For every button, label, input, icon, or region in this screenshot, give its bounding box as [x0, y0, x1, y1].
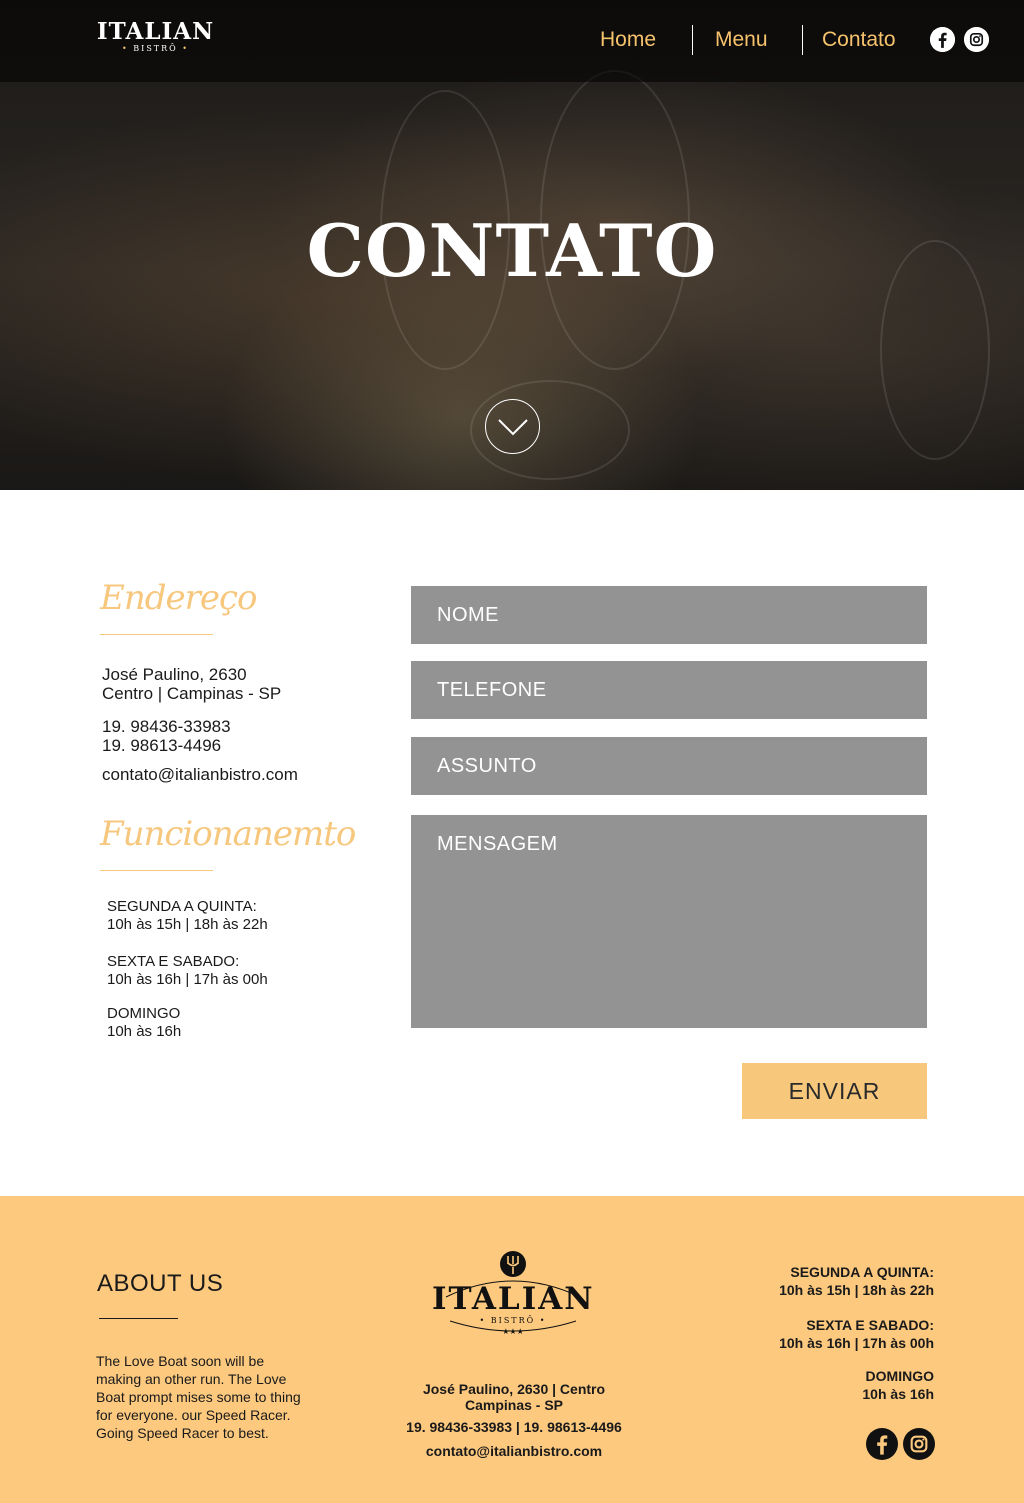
footer-hours-time: 10h às 16h: [862, 1386, 934, 1402]
hours-days: SEXTA E SABADO:: [107, 953, 240, 970]
hours-time: 10h às 16h: [107, 1023, 182, 1040]
nav-home-label[interactable]: Home: [600, 28, 656, 52]
footer-logo-word: ITALIAN: [432, 1281, 595, 1317]
nav-link-home[interactable]: Home: [600, 24, 656, 56]
hero-banner: ITALIAN • BISTRÔ • Home Menu Contato CON…: [0, 0, 1024, 490]
footer-hours-days: SEGUNDA A QUINTA:: [790, 1264, 934, 1280]
logo-subtitle: • BISTRÔ •: [122, 44, 189, 53]
footer-logo-sub: • BISTRÔ •: [479, 1316, 547, 1325]
footer-address-line-1: José Paulino, 2630 | Centro: [422, 1381, 606, 1397]
address-line-2: Centro | Campinas - SP: [102, 684, 282, 703]
about-heading: ABOUT US: [97, 1270, 224, 1297]
footer-address-line-2: Campinas - SP: [464, 1397, 564, 1413]
nav-contato-label[interactable]: Contato: [822, 28, 896, 52]
footer-hours-time: 10h às 15h | 18h às 22h: [779, 1282, 934, 1298]
footer-hours-days: SEXTA E SABADO:: [806, 1317, 934, 1333]
about-text: The Love Boat soon will be making an oth…: [96, 1353, 301, 1441]
send-button[interactable]: ENVIAR: [742, 1063, 927, 1119]
name-input[interactable]: NOME: [411, 586, 927, 644]
chevron-down-icon: [497, 418, 528, 435]
hours-heading: Funcionanemto: [100, 814, 356, 854]
facebook-icon[interactable]: [930, 27, 955, 52]
hours-item: DOMINGO 10h às 16h: [107, 1005, 181, 1041]
address-block: José Paulino, 2630 Centro | Campinas - S…: [102, 665, 281, 703]
footer-hours-item: SEXTA E SABADO: 10h às 16h | 17h às 00h: [779, 1316, 934, 1352]
scroll-down-button[interactable]: [485, 399, 540, 454]
address-heading-underline: [100, 634, 213, 635]
footer-hours-item: DOMINGO 10h às 16h: [862, 1367, 934, 1403]
email-link[interactable]: contato@italianbistro.com: [102, 765, 298, 784]
instagram-icon[interactable]: [903, 1428, 935, 1460]
page-title: CONTATO: [306, 208, 718, 293]
nav-link-contato[interactable]: Contato: [822, 24, 896, 56]
hours-time: 10h às 16h | 17h às 00h: [107, 971, 268, 988]
footer-hours-days: DOMINGO: [865, 1368, 934, 1384]
footer-logo-stars: ★★★: [502, 1327, 524, 1336]
facebook-icon[interactable]: [866, 1428, 898, 1460]
footer-hours-item: SEGUNDA A QUINTA: 10h às 15h | 18h às 22…: [779, 1263, 934, 1299]
subject-input[interactable]: ASSUNTO: [411, 737, 927, 795]
top-navigation-bar: ITALIAN • BISTRÔ • Home Menu Contato: [0, 0, 1024, 82]
nav-link-menu[interactable]: Menu: [715, 24, 768, 56]
site-logo[interactable]: ITALIAN • BISTRÔ •: [93, 20, 218, 54]
footer-email[interactable]: contato@italianbistro.com: [380, 1443, 648, 1459]
message-textarea[interactable]: MENSAGEM: [411, 815, 927, 1028]
address-line-1: José Paulino, 2630: [102, 665, 247, 684]
instagram-icon[interactable]: [964, 27, 989, 52]
nav-divider: [802, 25, 803, 55]
hours-item: SEGUNDA A QUINTA: 10h às 15h | 18h às 22…: [107, 898, 268, 934]
hours-time: 10h às 15h | 18h às 22h: [107, 916, 268, 933]
about-underline: [99, 1318, 178, 1319]
footer-hours-time: 10h às 16h | 17h às 00h: [779, 1335, 934, 1351]
address-heading: Endereço: [100, 578, 257, 618]
nav-divider: [692, 25, 693, 55]
hours-days: DOMINGO: [107, 1005, 181, 1022]
phone-2[interactable]: 19. 98613-4496: [102, 736, 231, 755]
nav-menu-label[interactable]: Menu: [715, 28, 768, 52]
footer-address: José Paulino, 2630 | Centro Campinas - S…: [380, 1381, 648, 1413]
footer-phones[interactable]: 19. 98436-33983 | 19. 98613-4496: [380, 1419, 648, 1435]
footer-logo[interactable]: ITALIAN • BISTRÔ • ★★★: [432, 1249, 594, 1341]
hours-item: SEXTA E SABADO: 10h às 16h | 17h às 00h: [107, 953, 268, 989]
hours-days: SEGUNDA A QUINTA:: [107, 898, 257, 915]
phone-input[interactable]: TELEFONE: [411, 661, 927, 719]
phone-1[interactable]: 19. 98436-33983: [102, 717, 231, 736]
hours-heading-underline: [100, 870, 213, 871]
phone-block: 19. 98436-33983 19. 98613-4496: [102, 717, 231, 755]
logo-word: ITALIAN: [96, 18, 215, 45]
